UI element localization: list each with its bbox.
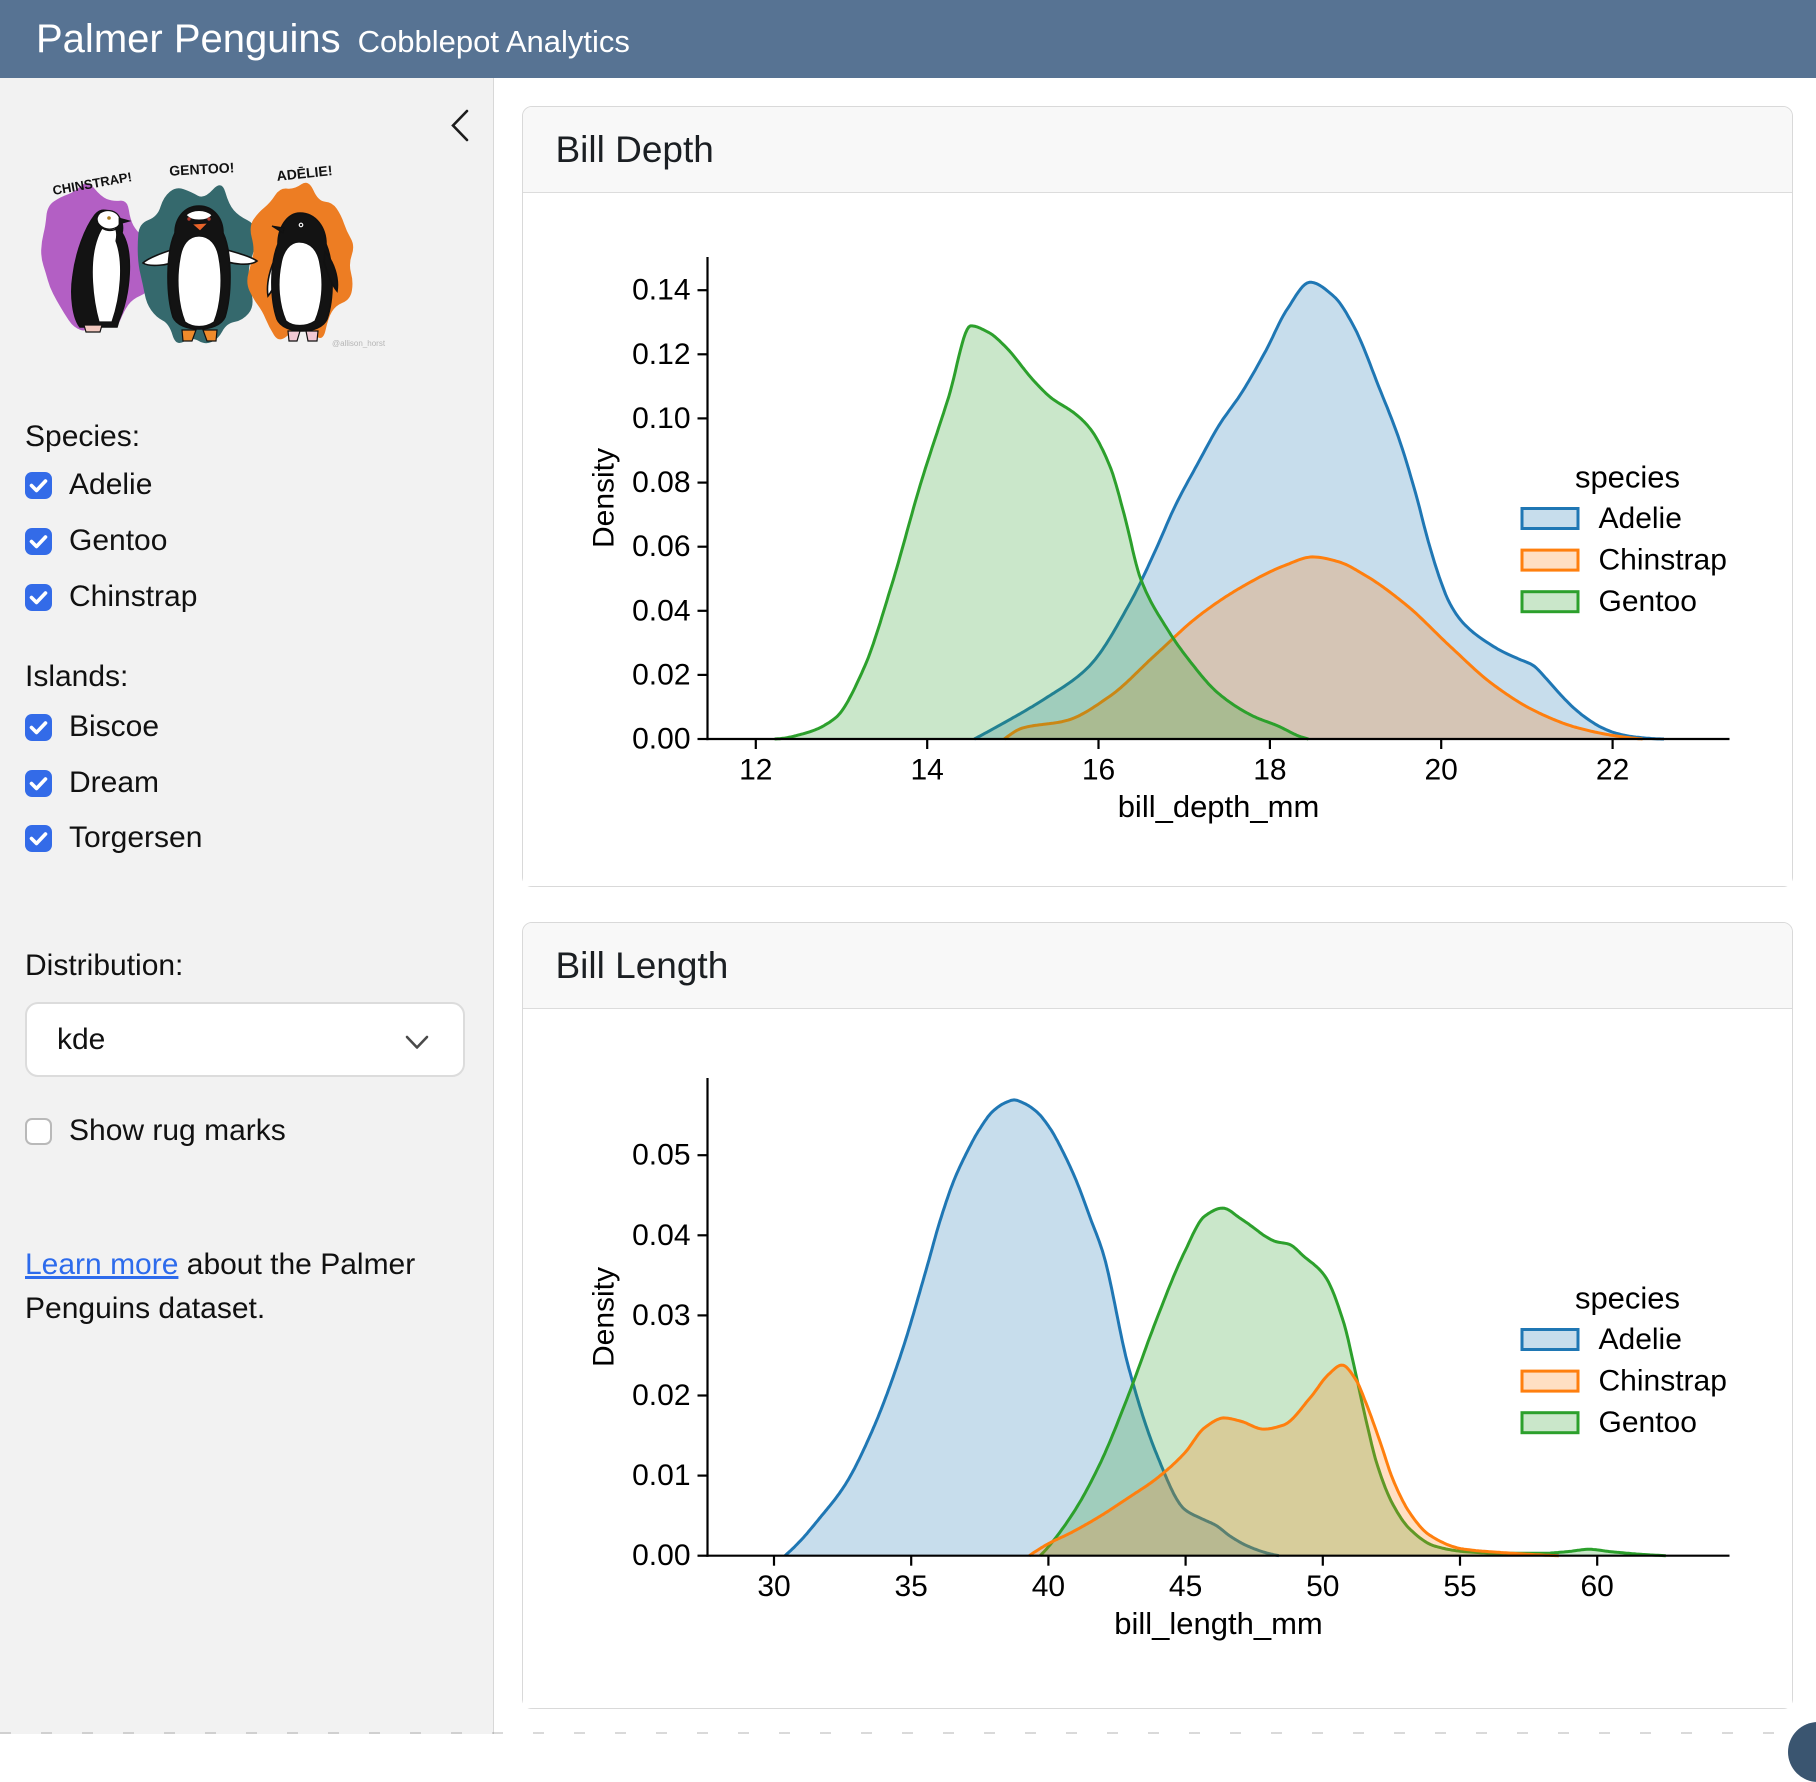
svg-text:20: 20	[1424, 754, 1457, 787]
svg-text:45: 45	[1168, 1570, 1201, 1603]
svg-text:species: species	[1574, 1281, 1679, 1316]
svg-text:0.06: 0.06	[632, 530, 690, 563]
svg-text:0.04: 0.04	[632, 1219, 690, 1252]
svg-text:Chinstrap: Chinstrap	[1598, 544, 1726, 577]
svg-text:0.04: 0.04	[632, 594, 690, 627]
svg-text:0.02: 0.02	[632, 1379, 690, 1412]
svg-text:16: 16	[1081, 754, 1114, 787]
svg-text:bill_depth_mm: bill_depth_mm	[1117, 789, 1319, 824]
svg-text:30: 30	[757, 1570, 790, 1603]
svg-text:14: 14	[910, 754, 943, 787]
svg-text:bill_length_mm: bill_length_mm	[1114, 1606, 1323, 1641]
svg-text:0.02: 0.02	[632, 658, 690, 691]
svg-text:Gentoo: Gentoo	[1598, 1406, 1696, 1439]
svg-text:0.00: 0.00	[632, 723, 690, 756]
svg-text:0.01: 0.01	[632, 1459, 690, 1492]
svg-text:0.12: 0.12	[632, 338, 690, 371]
svg-text:0.10: 0.10	[632, 402, 690, 435]
svg-text:35: 35	[894, 1570, 927, 1603]
svg-text:0.05: 0.05	[632, 1139, 690, 1172]
svg-text:ADĒLIE!: ADĒLIE!	[276, 162, 333, 184]
svg-text:0.08: 0.08	[632, 466, 690, 499]
svg-text:0.00: 0.00	[632, 1539, 690, 1572]
svg-text:Chinstrap: Chinstrap	[1598, 1365, 1726, 1398]
svg-text:22: 22	[1595, 754, 1628, 787]
svg-text:species: species	[1574, 460, 1679, 495]
svg-text:60: 60	[1580, 1570, 1613, 1603]
svg-text:0.03: 0.03	[632, 1299, 690, 1332]
svg-text:18: 18	[1253, 754, 1286, 787]
svg-text:Density: Density	[587, 1267, 620, 1367]
svg-text:55: 55	[1443, 1570, 1476, 1603]
svg-text:Adelie: Adelie	[1598, 502, 1681, 535]
svg-text:Density: Density	[587, 448, 620, 548]
svg-text:@allison_horst: @allison_horst	[332, 339, 386, 348]
svg-text:Gentoo: Gentoo	[1598, 585, 1696, 618]
svg-text:50: 50	[1306, 1570, 1339, 1603]
svg-text:GENTOO!: GENTOO!	[169, 159, 235, 178]
svg-text:0.14: 0.14	[632, 274, 690, 307]
svg-text:40: 40	[1031, 1570, 1064, 1603]
svg-text:Adelie: Adelie	[1598, 1323, 1681, 1356]
svg-text:12: 12	[739, 754, 772, 787]
